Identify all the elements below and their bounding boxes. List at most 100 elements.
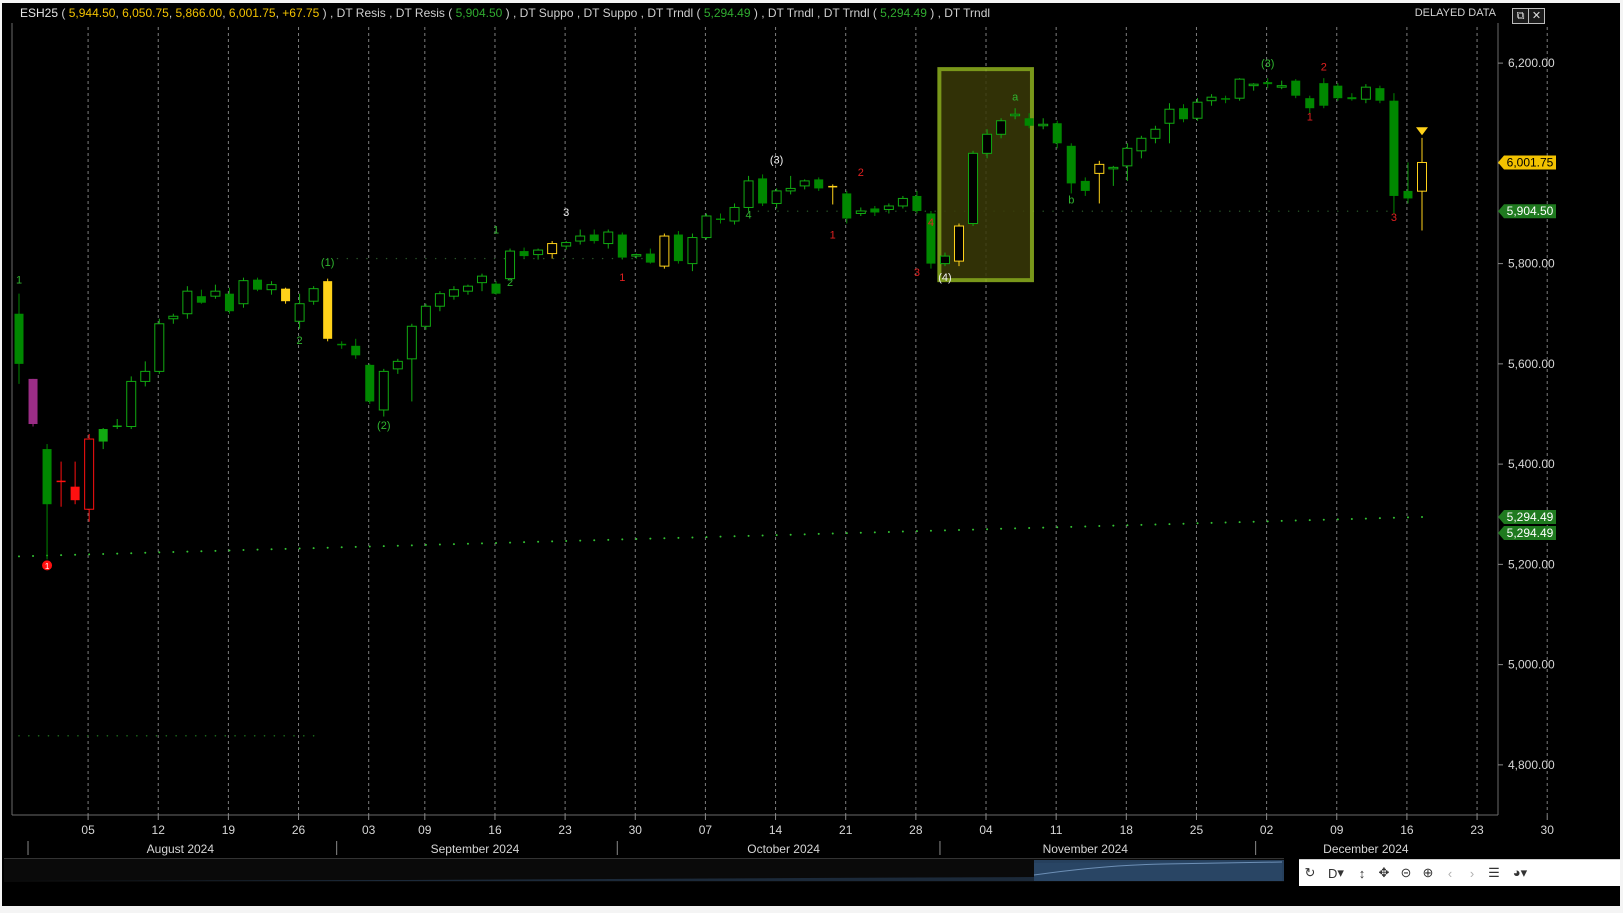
pan-icon[interactable]: ✥: [1373, 862, 1395, 884]
candle-body[interactable]: [701, 215, 712, 239]
candle-body[interactable]: [1234, 78, 1245, 99]
candle-body[interactable]: [1122, 147, 1133, 167]
candle-body[interactable]: [939, 255, 950, 265]
candle-body[interactable]: [462, 285, 473, 292]
candle-body[interactable]: [828, 185, 838, 188]
candle-body[interactable]: [1010, 113, 1021, 117]
study-label[interactable]: DT Trndl: [765, 6, 817, 20]
candle-body[interactable]: [154, 323, 165, 372]
navigator-overview[interactable]: [4, 859, 1284, 882]
candle-body[interactable]: [1164, 108, 1175, 124]
price-chart[interactable]: 05 12 19 26 03 09 16 23 30 07 14 21 28 04 11 18 25 02 09 16…: [2, 3, 1620, 906]
candle-body[interactable]: [883, 205, 894, 210]
candle-body[interactable]: [294, 303, 305, 322]
candle-body[interactable]: [729, 206, 740, 222]
candle-body[interactable]: [519, 251, 529, 257]
candle-body[interactable]: [771, 190, 782, 204]
candle-body[interactable]: [14, 313, 24, 364]
candle-body[interactable]: [70, 486, 80, 501]
candle-body[interactable]: [982, 133, 993, 154]
candle-body[interactable]: [617, 234, 627, 258]
candle-body[interactable]: [238, 280, 249, 305]
zoom-out-icon[interactable]: ⊝: [1395, 862, 1417, 884]
candle-body[interactable]: [1403, 190, 1413, 199]
candle-body[interactable]: [448, 289, 459, 297]
candle-body[interactable]: [603, 231, 614, 245]
candle-body[interactable]: [406, 325, 417, 360]
candle-body[interactable]: [996, 120, 1007, 135]
candle-body[interactable]: [1178, 108, 1188, 120]
candle-body[interactable]: [308, 288, 319, 302]
candle-body[interactable]: [716, 218, 725, 220]
candle-body[interactable]: [870, 208, 880, 213]
candle-body[interactable]: [1333, 85, 1343, 99]
candle-body[interactable]: [1389, 100, 1399, 196]
study-label[interactable]: DT Suppo: [580, 6, 640, 20]
chart-panel[interactable]: 05 12 19 26 03 09 16 23 30 07 14 21 28 04 11 18 25 02 09 16…: [2, 3, 1620, 906]
candle-body[interactable]: [954, 225, 965, 262]
candle-body[interactable]: [281, 288, 291, 302]
candle-body[interactable]: [126, 380, 137, 428]
candle-body[interactable]: [323, 281, 333, 339]
candle-body[interactable]: [56, 480, 66, 483]
candle-body[interactable]: [589, 234, 599, 242]
study-label[interactable]: DT Resis: [392, 6, 448, 20]
candle-body[interactable]: [799, 180, 810, 187]
candle-body[interactable]: [814, 179, 824, 189]
candle-body[interactable]: [1108, 166, 1119, 170]
candle-body[interactable]: [392, 360, 403, 370]
candle-body[interactable]: [1052, 123, 1062, 144]
candle-body[interactable]: [365, 364, 375, 402]
candle-body[interactable]: [1066, 145, 1076, 184]
candle-body[interactable]: [168, 315, 179, 320]
next-icon[interactable]: ›: [1461, 862, 1483, 884]
candle-body[interactable]: [855, 210, 866, 214]
candle-body[interactable]: [1263, 82, 1273, 85]
refresh-icon[interactable]: ↻: [1299, 862, 1321, 884]
candle-body[interactable]: [897, 197, 908, 207]
candle-body[interactable]: [533, 249, 544, 256]
candle-body[interactable]: [1305, 98, 1315, 109]
candle-body[interactable]: [196, 296, 206, 303]
candle-body[interactable]: [253, 279, 263, 290]
candle-body[interactable]: [631, 254, 642, 257]
candle-body[interactable]: [84, 438, 95, 510]
candle-body[interactable]: [1136, 137, 1147, 152]
candle-body[interactable]: [758, 178, 768, 204]
candle-body[interactable]: [1038, 123, 1049, 127]
zoom-in-icon[interactable]: ⊕: [1417, 862, 1439, 884]
candle-body[interactable]: [673, 234, 683, 262]
candle-body[interactable]: [1248, 83, 1259, 87]
candle-body[interactable]: [575, 235, 586, 242]
restore-icon[interactable]: ⧉: [1512, 8, 1529, 24]
candle-body[interactable]: [337, 343, 347, 346]
candle-body[interactable]: [1347, 97, 1357, 100]
candle-body[interactable]: [112, 425, 122, 428]
candle-body[interactable]: [224, 293, 234, 312]
candle-body[interactable]: [1080, 180, 1090, 191]
menu-icon[interactable]: ☰: [1483, 862, 1505, 884]
candle-body[interactable]: [182, 290, 193, 315]
candle-body[interactable]: [1206, 96, 1217, 102]
timeline-navigator[interactable]: [4, 858, 1284, 882]
candle-body[interactable]: [1150, 128, 1161, 139]
study-label[interactable]: DT Trndl: [941, 6, 990, 20]
candle-body[interactable]: [1276, 85, 1287, 88]
candle-body[interactable]: [420, 305, 431, 327]
candle-body[interactable]: [1291, 80, 1301, 96]
candle-body[interactable]: [659, 235, 670, 267]
candle-body[interactable]: [912, 195, 922, 211]
candle-body[interactable]: [1094, 163, 1105, 174]
candle-body[interactable]: [210, 290, 221, 297]
candle-body[interactable]: [1417, 161, 1427, 192]
candle-body[interactable]: [645, 253, 655, 263]
palette-icon[interactable]: ◕▾: [1505, 862, 1535, 884]
candle-body[interactable]: [1221, 98, 1231, 100]
candle-body[interactable]: [1192, 101, 1203, 119]
candle-body[interactable]: [785, 187, 796, 192]
candle-body[interactable]: [505, 250, 516, 280]
candle-body[interactable]: [1375, 88, 1385, 101]
study-label[interactable]: DT Suppo: [516, 6, 576, 20]
vertical-zoom-icon[interactable]: ↕: [1351, 862, 1373, 884]
candle-body[interactable]: [743, 180, 754, 208]
